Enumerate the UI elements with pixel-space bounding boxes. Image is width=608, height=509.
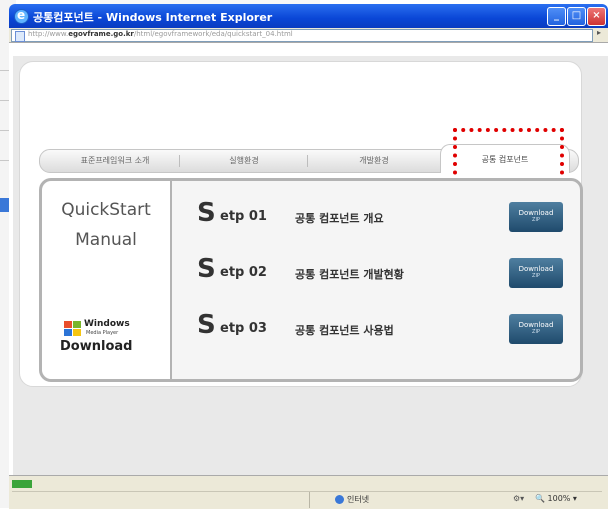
url-text: http://www.egovframe.go.kr/html/egovfram… <box>28 30 293 38</box>
address-bar: http://www.egovframe.go.kr/html/egovfram… <box>9 28 608 43</box>
title-bar[interactable]: 공통컴포넌트 - Windows Internet Explorer _ □ × <box>9 4 608 28</box>
minimize-button[interactable]: _ <box>547 7 566 26</box>
steps-list: S etp 01 공통 컴포넌트 개요 Download ZIP S etp 02… <box>173 181 577 379</box>
step-item: S etp 01 공통 컴포넌트 개요 Download ZIP <box>173 191 577 243</box>
close-button[interactable]: × <box>587 7 606 26</box>
status-bar: 인터넷 ⚙▾ 🔍 100% ▾ <box>9 475 608 509</box>
manual-panel: QuickStart Manual Windows Media Player D… <box>42 181 172 379</box>
page-icon <box>15 31 25 42</box>
step-item: S etp 02 공통 컴포넌트 개발현황 Download ZIP <box>173 247 577 299</box>
security-zone[interactable]: 인터넷 <box>335 494 369 505</box>
protected-mode-icon[interactable]: ⚙▾ <box>513 494 524 503</box>
tab-dev-env[interactable]: 개발환경 <box>308 150 440 172</box>
tab-runtime-env[interactable]: 실행환경 <box>180 150 308 172</box>
download-button-step-02[interactable]: Download ZIP <box>509 258 563 288</box>
zoom-level[interactable]: 🔍 100% ▾ <box>535 494 577 503</box>
download-button-step-01[interactable]: Download ZIP <box>509 202 563 232</box>
done-icon <box>12 480 32 488</box>
windows-logo-icon <box>64 321 82 337</box>
highlight-box <box>453 128 564 183</box>
progress-track <box>12 491 602 492</box>
wmp-download-link[interactable]: Windows Media Player Download <box>60 319 160 359</box>
download-button-step-03[interactable]: Download ZIP <box>509 314 563 344</box>
globe-icon <box>335 495 344 504</box>
tab-framework-intro[interactable]: 표준프레임워크 소개 <box>50 150 180 172</box>
quickstart-box: QuickStart Manual Windows Media Player D… <box>39 178 583 382</box>
ie-icon <box>14 8 29 24</box>
step-item: S etp 03 공통 컴포넌트 사용법 Download ZIP <box>173 303 577 355</box>
window-title: 공통컴포넌트 - Windows Internet Explorer <box>33 11 273 24</box>
address-input[interactable]: http://www.egovframe.go.kr/html/egovfram… <box>11 29 593 42</box>
maximize-button[interactable]: □ <box>567 7 586 26</box>
manual-title: QuickStart Manual <box>61 200 151 250</box>
go-icon[interactable]: ▸ <box>597 28 601 37</box>
